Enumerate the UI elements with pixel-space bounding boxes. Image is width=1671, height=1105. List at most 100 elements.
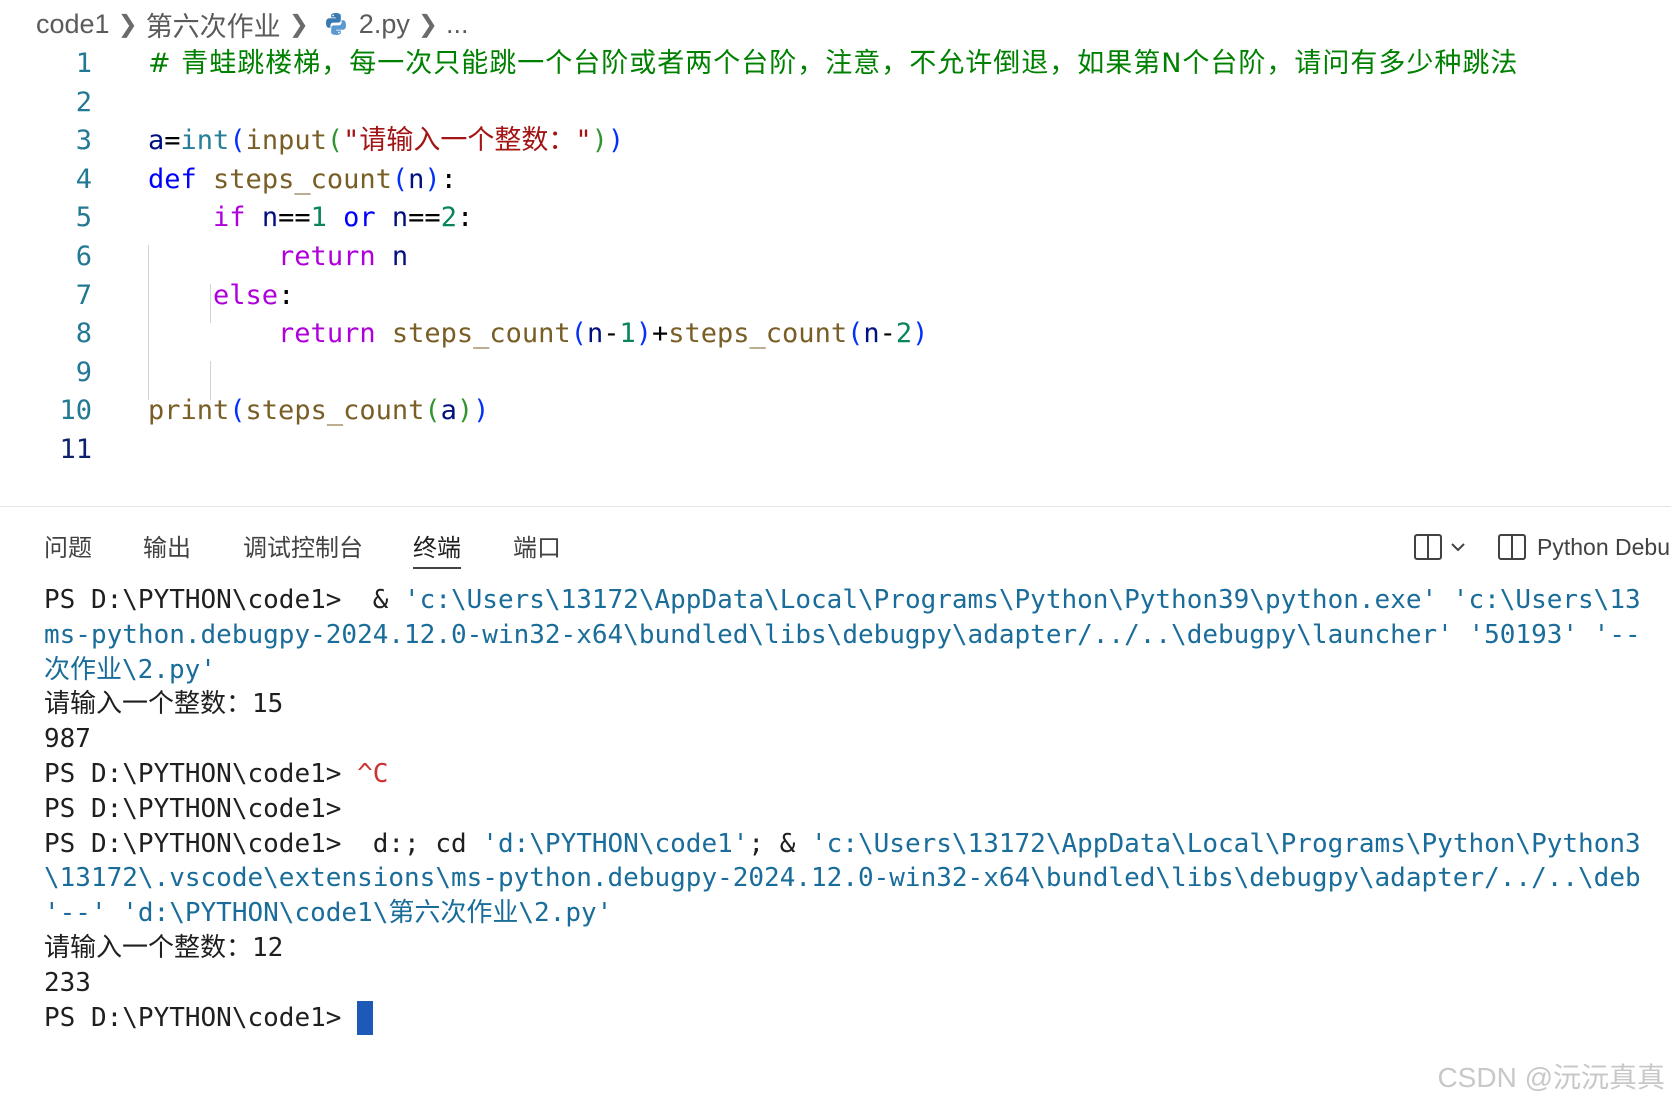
code-token: - xyxy=(603,318,620,350)
breadcrumb-root[interactable]: code1 xyxy=(36,9,110,40)
code-text: a=int(input("请输入一个整数：")) xyxy=(148,120,624,161)
code-token: n xyxy=(391,241,409,272)
code-editor[interactable]: 1 # 青蛙跳楼梯，每一次只能跳一个台阶或者两个台阶，注意，不允许倒退，如果第N个… xyxy=(0,48,1671,544)
breadcrumb-more[interactable]: ... xyxy=(446,9,469,40)
terminal-line: ms-python.debugpy-2024.12.0-win32-x64\bu… xyxy=(44,617,1641,654)
code-token: 1 xyxy=(619,318,636,350)
code-text: return steps_count(n-1)+steps_count(n-2) xyxy=(148,313,928,354)
code-token: = xyxy=(164,125,181,157)
tab-problems[interactable]: 问题 xyxy=(44,531,92,567)
chevron-down-icon xyxy=(1451,543,1465,552)
code-token: n xyxy=(863,318,880,350)
code-token: == xyxy=(408,202,441,234)
chevron-right-icon: ❯ xyxy=(417,10,438,38)
line-number: 1 xyxy=(75,48,92,79)
code-token: ) xyxy=(591,125,608,157)
code-token: int xyxy=(180,125,230,157)
code-token: print xyxy=(148,395,230,427)
terminal-line: PS D:\PYTHON\code1> d:; cd 'd:\PYTHON\co… xyxy=(44,826,1641,863)
tab-ports[interactable]: 端口 xyxy=(513,531,561,567)
terminal-cursor xyxy=(357,1001,374,1036)
terminal-line: 233 xyxy=(44,965,91,1002)
tab-output[interactable]: 输出 xyxy=(143,531,191,567)
indent-guide xyxy=(210,284,211,323)
code-token: else xyxy=(213,279,279,311)
code-token: return xyxy=(278,318,376,350)
code-token: ) xyxy=(456,395,474,427)
breadcrumb-folder[interactable]: 第六次作业 xyxy=(146,5,281,44)
code-line[interactable]: 8 return steps_count(n-1)+steps_count(n-… xyxy=(0,313,1671,354)
terminal-text: PS D:\PYTHON\code1> d:; cd xyxy=(44,828,483,859)
panel-layout-button[interactable] xyxy=(1413,529,1473,565)
code-token: or xyxy=(343,202,376,234)
code-line[interactable]: 7 else: xyxy=(0,275,1671,316)
code-token: ) xyxy=(912,318,929,350)
line-number: 3 xyxy=(75,125,92,157)
code-token: if xyxy=(213,202,246,234)
terminal-line: '--' 'd:\PYTHON\code1\第六次作业\2.py' xyxy=(44,895,612,932)
terminal-line: 请输入一个整数：15 xyxy=(44,686,283,723)
line-number: 5 xyxy=(75,202,92,234)
code-line[interactable]: 1 # 青蛙跳楼梯，每一次只能跳一个台阶或者两个台阶，注意，不允许倒退，如果第N个… xyxy=(0,43,1671,84)
code-text: else: xyxy=(148,275,294,316)
code-line[interactable]: 5 if n==1 or n==2: xyxy=(0,197,1671,238)
code-token: ) xyxy=(473,395,490,427)
code-line[interactable]: 9 xyxy=(0,352,1671,393)
code-token: # 青蛙跳楼梯，每一次只能跳一个台阶或者两个台阶，注意，不允许倒退，如果第N个台… xyxy=(148,48,1519,79)
code-token: a xyxy=(148,125,165,157)
code-token: "请输入一个整数：" xyxy=(343,125,592,157)
terminal-text: 请输入一个整数：15 xyxy=(44,689,284,720)
terminal-text: 'd:\PYTHON\code1' xyxy=(482,828,749,859)
code-token: : xyxy=(440,163,457,195)
terminal-selector[interactable]: Python Debu xyxy=(1497,529,1670,565)
code-text: if n==1 or n==2: xyxy=(148,197,473,238)
breadcrumb-file[interactable]: 2.py xyxy=(359,9,410,40)
watermark: CSDN @沅沅真真 xyxy=(1437,1062,1665,1093)
terminal-text: 'c:\Users\13172\AppData\Local\Programs\P… xyxy=(404,585,1641,615)
terminal-line: 987 xyxy=(44,721,91,758)
code-token: ) xyxy=(635,318,652,350)
breadcrumb: code1 ❯ 第六次作业 ❯ 2.py ❯ ... xyxy=(0,0,1671,48)
code-line[interactable]: 4 def steps_count(n): xyxy=(0,159,1671,200)
python-file-icon xyxy=(325,13,346,35)
code-token: ( xyxy=(847,318,864,350)
terminal-text: ^C xyxy=(357,759,389,789)
tab-terminal[interactable]: 终端 xyxy=(413,531,461,569)
terminal-text: PS D:\PYTHON\code1> & xyxy=(44,585,405,615)
code-token: ( xyxy=(326,125,344,157)
terminal-line: PS D:\PYTHON\code1> xyxy=(44,1000,374,1037)
code-token: steps_count xyxy=(391,318,571,350)
code-token: ( xyxy=(229,395,246,427)
code-line[interactable]: 10 print(steps_count(a)) xyxy=(0,390,1671,431)
tab-debug-console[interactable]: 调试控制台 xyxy=(243,531,363,567)
chevron-right-icon: ❯ xyxy=(288,10,309,38)
terminal-text: ; & xyxy=(748,828,812,859)
code-line[interactable]: 2 xyxy=(0,82,1671,123)
code-token: steps_count xyxy=(245,395,425,427)
code-token: ) xyxy=(607,125,625,157)
code-line[interactable]: 6 return n xyxy=(0,236,1671,277)
line-number: 11 xyxy=(59,434,92,465)
split-terminal-icon xyxy=(1498,534,1526,560)
chevron-right-icon: ❯ xyxy=(117,10,138,38)
terminal-output[interactable]: PS D:\PYTHON\code1> & 'c:\Users\13172\Ap… xyxy=(44,585,1671,1105)
terminal-line: 请输入一个整数：12 xyxy=(44,930,283,967)
line-number: 9 xyxy=(75,356,92,388)
code-token: def xyxy=(148,163,197,195)
indent-guide xyxy=(148,245,149,400)
terminal-line: 次作业\2.py' xyxy=(44,652,216,689)
code-token: 2 xyxy=(895,318,913,350)
code-token: ) xyxy=(424,163,441,195)
code-line[interactable]: 11 xyxy=(0,429,1671,470)
code-text: print(steps_count(a)) xyxy=(148,390,489,431)
code-token: : xyxy=(278,279,295,311)
code-line[interactable]: 3 a=int(input("请输入一个整数：")) xyxy=(0,120,1671,161)
